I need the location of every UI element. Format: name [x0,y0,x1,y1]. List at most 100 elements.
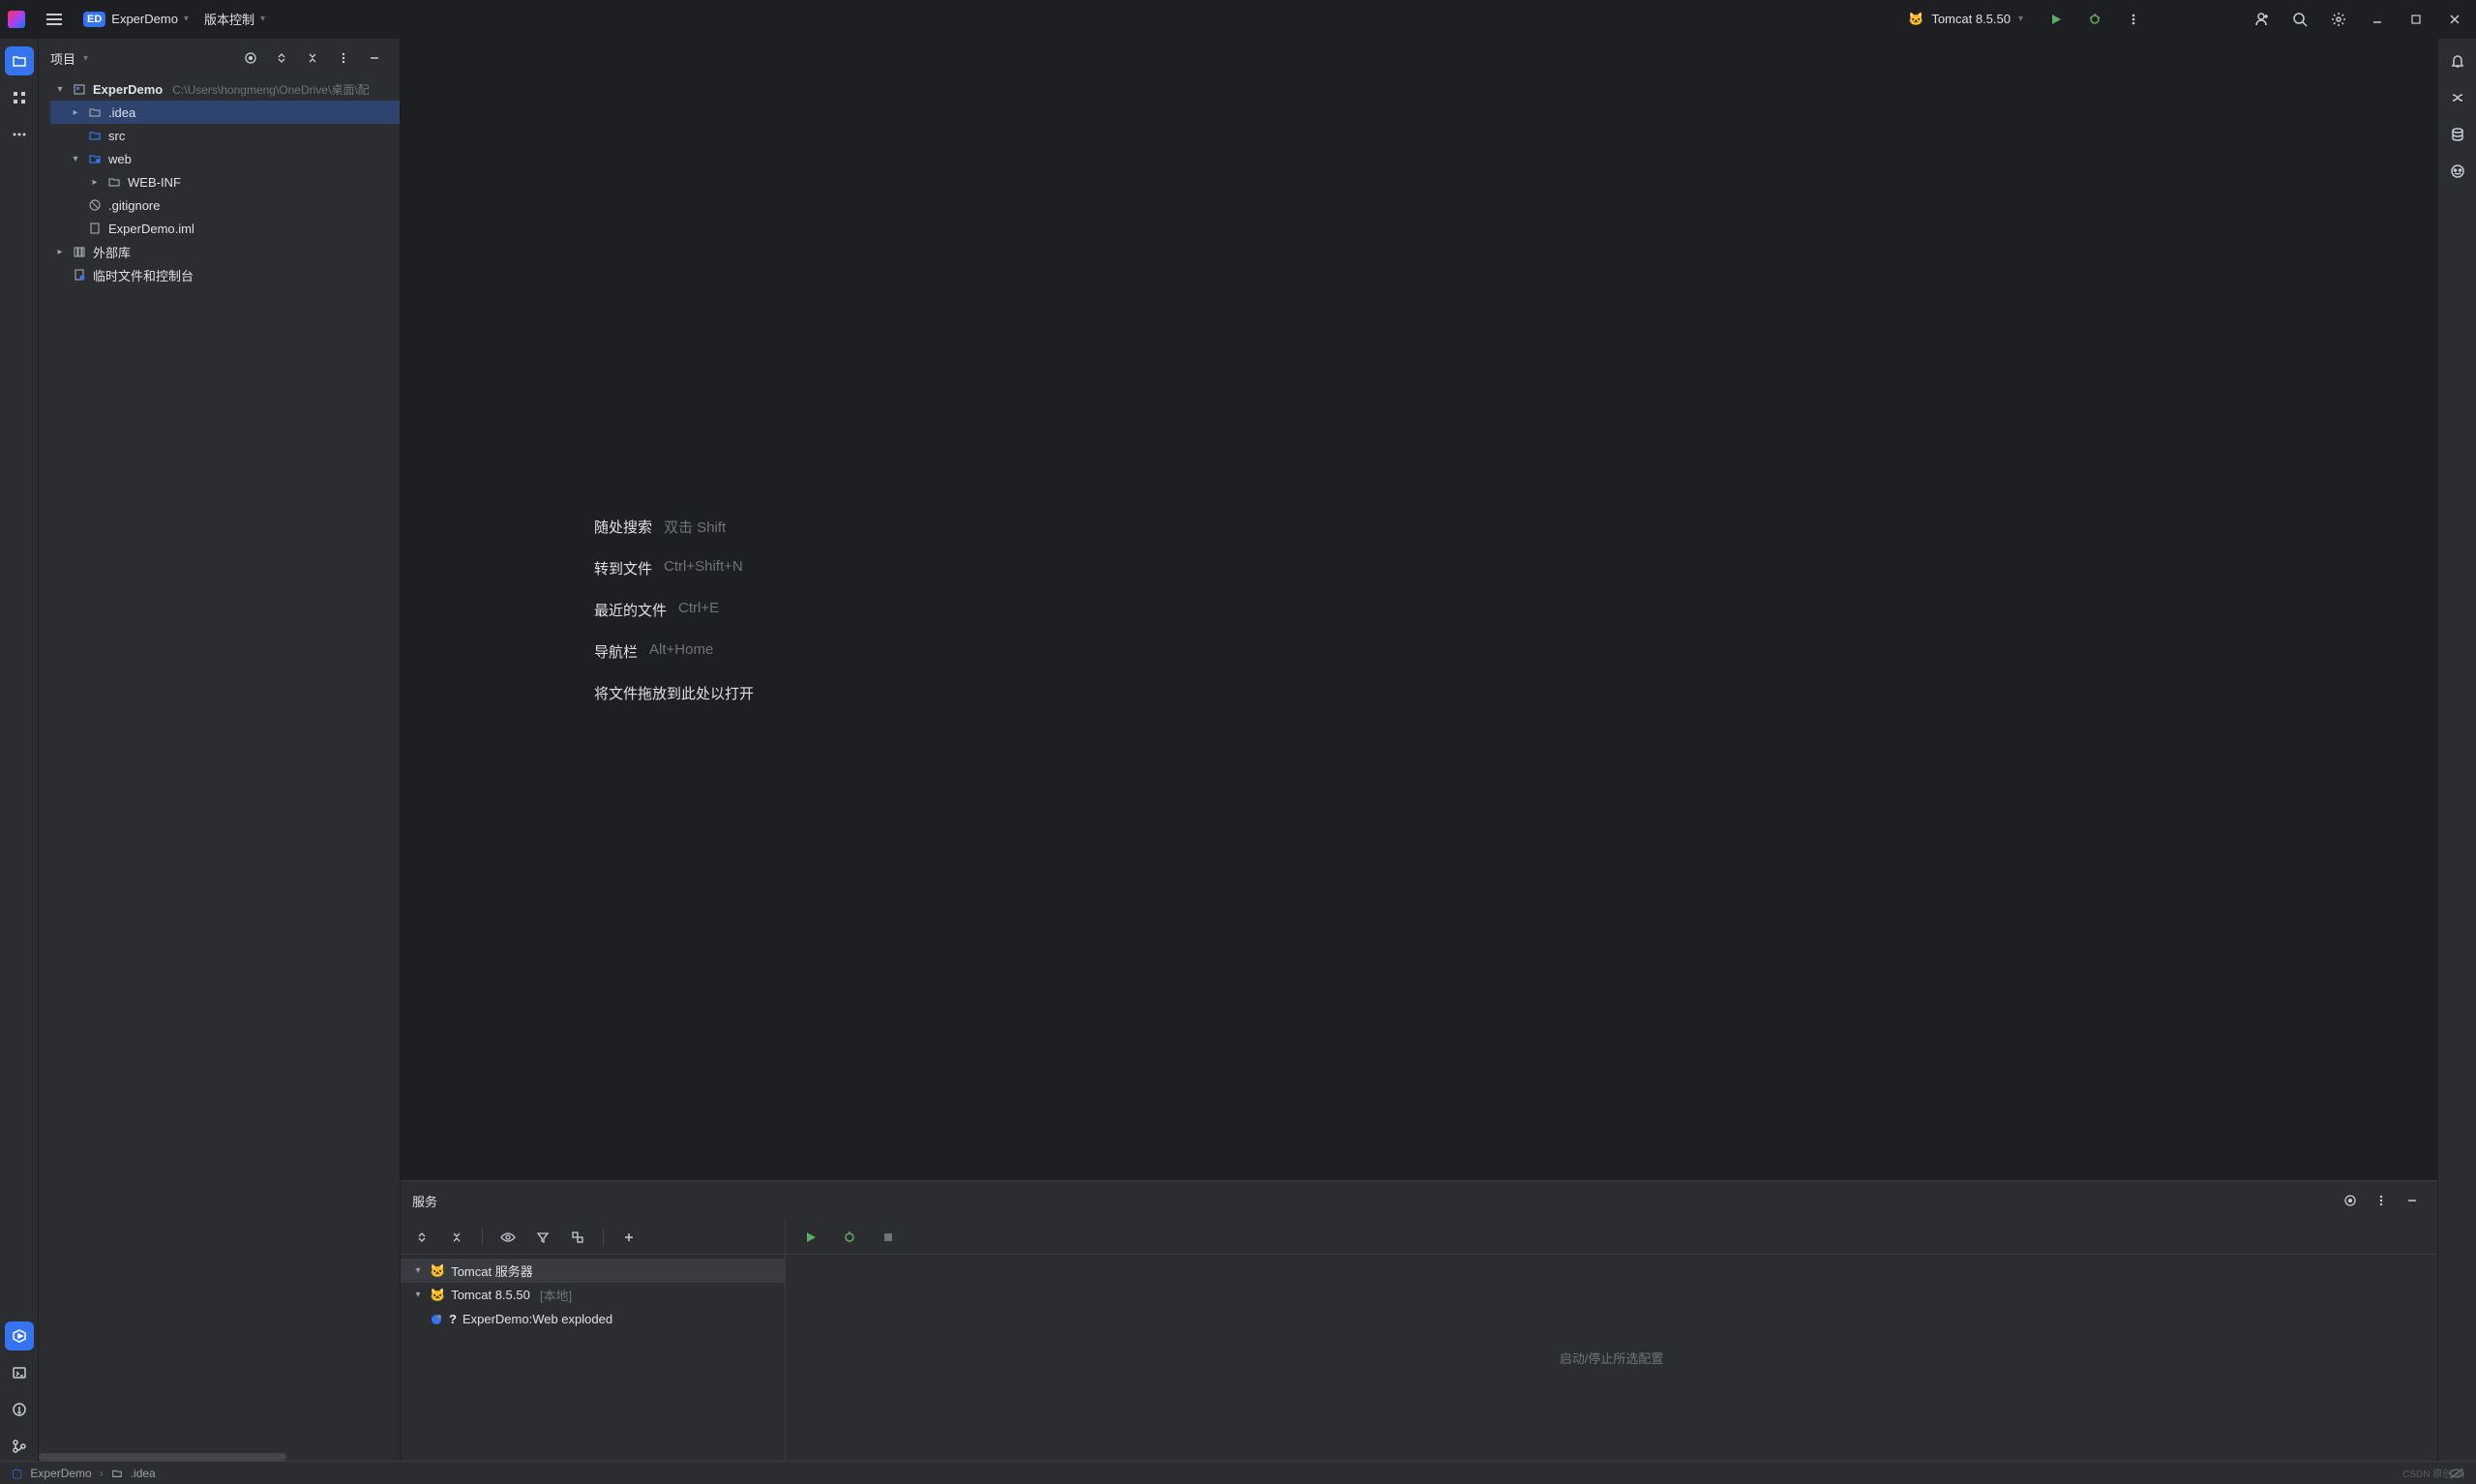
tree-node-idea[interactable]: ▸ .idea [50,101,400,124]
chevron-down-icon[interactable]: ▾ [54,84,66,95]
services-content: 启动/停止所选配置 [786,1220,2437,1461]
project-dropdown[interactable]: ED ExperDemo ▾ [83,12,189,27]
tree-label: src [108,129,125,143]
left-tool-rail [0,39,39,1461]
collapse-all-button[interactable] [299,45,326,72]
hint-nav-bar: 导航栏 Alt+Home [594,641,713,662]
empty-editor-hints: 随处搜索 双击 Shift 转到文件 Ctrl+Shift+N 最近的文件 Ct… [401,39,2437,1180]
statusbar: ▢ ExperDemo › .idea [0,1461,2476,1484]
collapse-all-button[interactable] [443,1224,470,1251]
tree-label: 临时文件和控制台 [93,266,194,284]
main-menu-button[interactable] [41,6,68,33]
minimize-window-button[interactable] [2364,6,2391,33]
panel-options-button[interactable] [330,45,357,72]
tree-root-path: C:\Users\hongmeng\OneDrive\桌面\配 [172,81,369,98]
chevron-down-icon[interactable]: ▾ [412,1290,424,1300]
editor-area: 随处搜索 双击 Shift 转到文件 Ctrl+Shift+N 最近的文件 Ct… [401,39,2437,1461]
chevron-down-icon: ▾ [184,14,189,24]
group-button[interactable] [564,1224,591,1251]
services-placeholder: 启动/停止所选配置 [786,1255,2437,1461]
breadcrumb-project[interactable]: ExperDemo [30,1467,91,1480]
services-run-toolbar [786,1220,2437,1255]
notifications-button[interactable] [2443,46,2472,75]
folder-icon [87,151,103,166]
code-with-me-button[interactable] [2248,6,2275,33]
debug-service-button[interactable] [836,1224,863,1251]
services-toolbar [401,1220,785,1255]
terminal-tool-button[interactable] [5,1358,34,1387]
services-title: 服务 [412,1192,437,1210]
vcs-label: 版本控制 [204,10,254,28]
search-button[interactable] [2286,6,2313,33]
ai-assistant-button[interactable] [2443,83,2472,112]
meetbrains-button[interactable] [2443,157,2472,186]
expand-all-button[interactable] [268,45,295,72]
tree-node-external-libs[interactable]: ▸ 外部库 [50,240,400,263]
tree-node-webinf[interactable]: ▸ WEB-INF [50,170,400,193]
divider [603,1229,604,1246]
maximize-window-button[interactable] [2402,6,2430,33]
service-label: Tomcat 8.5.50 [451,1288,530,1302]
chevron-right-icon[interactable]: ▸ [54,247,66,257]
project-tree[interactable]: ▾ ExperDemo C:\Users\hongmeng\OneDrive\桌… [39,77,400,1453]
file-icon [87,197,103,213]
module-icon [72,81,87,97]
stop-service-button[interactable] [875,1224,902,1251]
select-opened-file-button[interactable] [237,45,264,72]
service-artifact[interactable]: ? ExperDemo:Web exploded [401,1307,785,1331]
hint-search-everywhere: 随处搜索 双击 Shift [594,517,726,537]
chevron-right-icon[interactable]: ▸ [89,177,101,188]
service-label: Tomcat 服务器 [451,1261,533,1280]
chevron-down-icon[interactable]: ▾ [412,1265,424,1276]
folder-icon [111,1468,123,1479]
chevron-down-icon[interactable]: ▾ [83,53,88,64]
debug-button[interactable] [2081,6,2108,33]
services-tree[interactable]: ▾ 🐱 Tomcat 服务器 ▾ 🐱 Tomcat 8.5.50 [本地] [401,1255,785,1461]
services-body: ▾ 🐱 Tomcat 服务器 ▾ 🐱 Tomcat 8.5.50 [本地] [401,1220,2437,1461]
tree-node-gitignore[interactable]: .gitignore [50,193,400,217]
vcs-dropdown[interactable]: 版本控制 ▾ [204,10,265,28]
more-actions-button[interactable] [2120,6,2147,33]
run-service-button[interactable] [797,1224,824,1251]
hide-panel-button[interactable] [361,45,388,72]
right-tool-rail [2437,39,2476,1461]
more-tools-button[interactable] [5,120,34,149]
project-name-label: ExperDemo [111,12,178,26]
service-tomcat-instance[interactable]: ▾ 🐱 Tomcat 8.5.50 [本地] [401,1283,785,1307]
hide-panel-button[interactable] [2399,1187,2426,1214]
panel-options-button[interactable] [2368,1187,2395,1214]
folder-icon [87,128,103,143]
breadcrumb-folder[interactable]: .idea [131,1467,156,1480]
chevron-down-icon[interactable]: ▾ [70,154,81,164]
service-tomcat-group[interactable]: ▾ 🐱 Tomcat 服务器 [401,1259,785,1283]
focus-button[interactable] [2337,1187,2364,1214]
database-button[interactable] [2443,120,2472,149]
tree-node-iml[interactable]: ExperDemo.iml [50,217,400,240]
tree-node-scratches[interactable]: 临时文件和控制台 [50,263,400,286]
tree-node-web[interactable]: ▾ web [50,147,400,170]
project-panel-header: 项目 ▾ [39,39,400,77]
chevron-right-icon[interactable]: ▸ [70,107,81,118]
structure-tool-button[interactable] [5,83,34,112]
artifact-icon [430,1313,443,1326]
tree-label: ExperDemo.iml [108,222,194,236]
show-button[interactable] [494,1224,522,1251]
library-icon [72,244,87,259]
horizontal-scrollbar[interactable] [39,1453,286,1461]
filter-button[interactable] [529,1224,556,1251]
vcs-tool-button[interactable] [5,1432,34,1461]
services-panel: 服务 [401,1180,2437,1461]
run-button[interactable] [2043,6,2070,33]
expand-all-button[interactable] [408,1224,435,1251]
services-tool-button[interactable] [5,1321,34,1350]
main-area: 项目 ▾ ▾ [0,39,2476,1461]
close-window-button[interactable] [2441,6,2468,33]
run-config-selector[interactable]: 🐱 Tomcat 8.5.50 ▾ [1900,10,2031,29]
tree-node-src[interactable]: src [50,124,400,147]
services-tree-column: ▾ 🐱 Tomcat 服务器 ▾ 🐱 Tomcat 8.5.50 [本地] [401,1220,786,1461]
settings-button[interactable] [2325,6,2352,33]
add-service-button[interactable] [615,1224,642,1251]
project-tool-button[interactable] [5,46,34,75]
tree-root[interactable]: ▾ ExperDemo C:\Users\hongmeng\OneDrive\桌… [50,77,400,101]
problems-tool-button[interactable] [5,1395,34,1424]
